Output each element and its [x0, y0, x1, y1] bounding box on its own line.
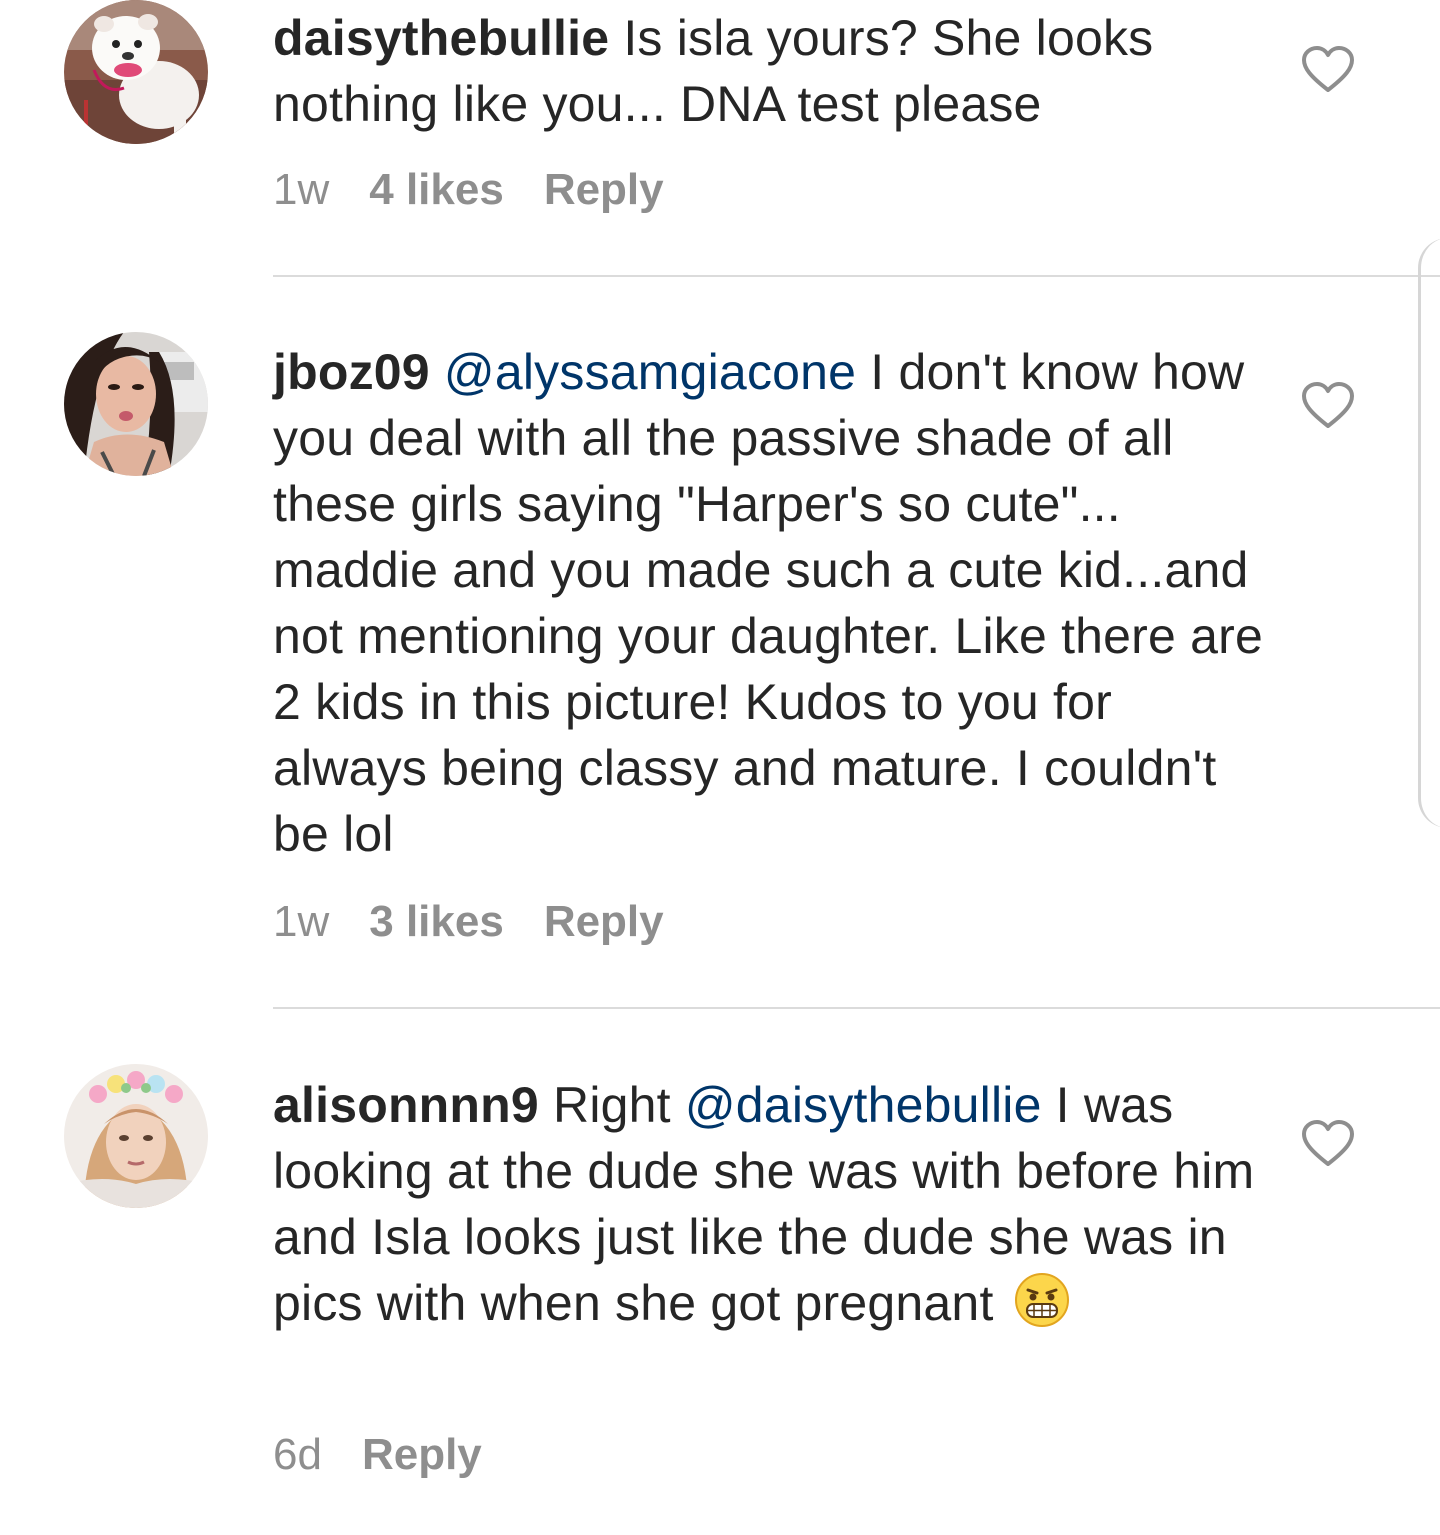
- comment-text: daisythebullie Is isla yours? She looks …: [273, 5, 1263, 137]
- comment-text: alisonnnn9 Right @daisythebullie I was l…: [273, 1072, 1263, 1336]
- reply-button[interactable]: Reply: [544, 165, 664, 214]
- comment-time: 1w: [273, 897, 330, 946]
- avatar[interactable]: [64, 0, 208, 144]
- avatar[interactable]: [64, 332, 208, 476]
- comment-mention[interactable]: @alyssamgiacone: [444, 344, 856, 400]
- comment-body: I don't know how you deal with all the p…: [273, 344, 1264, 862]
- avatar[interactable]: [64, 1064, 208, 1208]
- comment-mention[interactable]: @daisythebullie: [685, 1077, 1042, 1133]
- like-heart-icon[interactable]: [1300, 1118, 1356, 1168]
- comment-item: daisythebullie Is isla yours? She looks …: [0, 0, 1440, 276]
- comment-time: 6d: [273, 1430, 322, 1479]
- comment-username[interactable]: jboz09: [273, 344, 430, 400]
- bulldog-avatar-icon: [64, 0, 208, 144]
- comment-text: jboz09 @alyssamgiacone I don't know how …: [273, 339, 1263, 867]
- like-heart-icon[interactable]: [1300, 44, 1356, 94]
- comment-username[interactable]: daisythebullie: [273, 10, 609, 66]
- divider: [273, 275, 1440, 277]
- divider: [273, 1007, 1440, 1009]
- reply-button[interactable]: Reply: [362, 1430, 482, 1479]
- comment-meta: 1w 4 likes Reply: [273, 165, 664, 215]
- like-heart-icon[interactable]: [1300, 380, 1356, 430]
- comment-item: alisonnnn9 Right @daisythebullie I was l…: [0, 1064, 1440, 1504]
- comment-time: 1w: [273, 165, 330, 214]
- woman-avatar-icon: [64, 332, 208, 476]
- flower-crown-avatar-icon: [64, 1064, 208, 1208]
- grimacing-face-emoji-icon: [1014, 1273, 1069, 1327]
- comment-likes[interactable]: 4 likes: [369, 165, 504, 214]
- comment-item: jboz09 @alyssamgiacone I don't know how …: [0, 332, 1440, 1008]
- comment-meta: 1w 3 likes Reply: [273, 897, 664, 947]
- comment-meta: 6d Reply: [273, 1430, 482, 1480]
- comment-likes[interactable]: 3 likes: [369, 897, 504, 946]
- reply-button[interactable]: Reply: [544, 897, 664, 946]
- comment-username[interactable]: alisonnnn9: [273, 1077, 539, 1133]
- comment-body-prefix: Right: [538, 1077, 685, 1133]
